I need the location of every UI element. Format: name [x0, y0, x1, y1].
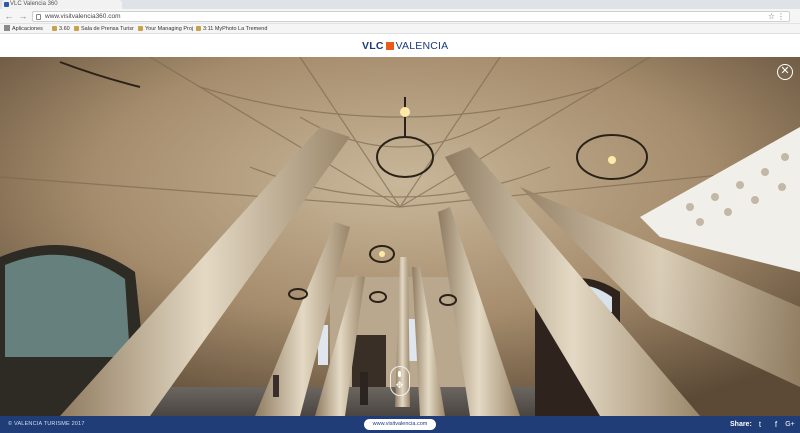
bookmark-icon: [52, 26, 57, 31]
url-field[interactable]: www.visitvalencia360.com ☆ ⋮: [32, 11, 790, 22]
bookmark-icon: [74, 26, 79, 31]
site-logo[interactable]: VLC VALENCIA: [362, 39, 448, 52]
visitvalencia-link[interactable]: www.visitvalencia.com: [364, 419, 436, 430]
tab-title: VLC Valencia 360: [10, 1, 58, 7]
close-icon: ✕: [780, 65, 790, 77]
logo-mark-icon: [385, 41, 394, 50]
lock-icon: [36, 14, 41, 20]
bookmark-item[interactable]: 3.60: [52, 24, 70, 34]
bookmark-icon: [196, 26, 201, 31]
apps-icon: [4, 25, 10, 31]
site-header: VLC VALENCIA: [0, 35, 800, 57]
back-icon[interactable]: ←: [4, 11, 14, 21]
bookmark-item[interactable]: Your Managing Proj: [138, 24, 193, 34]
bookmark-apps[interactable]: Aplicaciones: [4, 24, 43, 34]
panorama-viewer[interactable]: [0, 57, 800, 416]
twitter-icon[interactable]: t: [754, 416, 766, 433]
bookmark-item[interactable]: 3:11 MyPhoto La Tremend: [196, 24, 267, 34]
browser-tab[interactable]: VLC Valencia 360: [2, 0, 122, 9]
bookmark-item[interactable]: Sala de Prensa Turisr: [74, 24, 134, 34]
url-text: www.visitvalencia360.com: [45, 13, 121, 20]
address-bar: ← → www.visitvalencia360.com ☆ ⋮: [0, 9, 800, 24]
browser-tabstrip: VLC Valencia 360: [0, 0, 800, 9]
facebook-icon[interactable]: f: [770, 416, 782, 433]
share-label: Share:: [730, 421, 752, 428]
favicon-icon: [4, 2, 9, 7]
bookmark-star-icon[interactable]: ☆: [768, 12, 775, 22]
bookmark-icon: [138, 26, 143, 31]
copyright-text: © VALENCIA TURISME 2017: [8, 421, 85, 427]
site-footer: © VALENCIA TURISME 2017 www.visitvalenci…: [0, 416, 800, 433]
google-plus-icon[interactable]: G+: [784, 416, 796, 433]
menu-icon[interactable]: ⋮: [777, 12, 785, 22]
mouse-wheel-icon: [398, 371, 401, 377]
close-viewer-button[interactable]: ✕: [777, 64, 793, 80]
forward-icon[interactable]: →: [18, 11, 28, 21]
mouse-drag-icon: ✥: [390, 366, 410, 396]
bookmarks-bar: Aplicaciones 3.60 Sala de Prensa Turisr …: [0, 24, 800, 34]
move-arrows-icon: ✥: [395, 380, 404, 390]
panorama-image: [0, 57, 800, 416]
